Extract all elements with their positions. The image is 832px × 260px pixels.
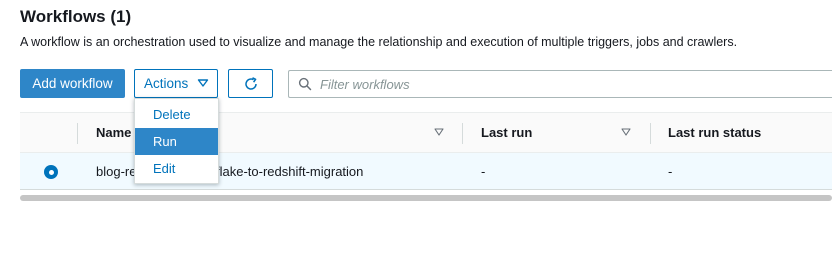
column-divider[interactable] [77, 123, 78, 144]
workflow-name-end[interactable]: flake-to-redshift-migration [216, 164, 363, 179]
sort-caret-icon[interactable] [434, 128, 444, 136]
column-header-last-run-status[interactable]: Last run status [668, 125, 761, 140]
actions-label: Actions [144, 76, 189, 91]
add-workflow-button[interactable]: Add workflow [20, 69, 125, 98]
actions-dropdown-button[interactable]: Actions [134, 69, 218, 98]
column-divider[interactable] [462, 123, 463, 144]
row-select-radio[interactable] [44, 165, 58, 179]
actions-dropdown-menu: Delete Run Edit [134, 98, 219, 184]
menu-item-delete[interactable]: Delete [135, 101, 218, 128]
last-run-value: - [481, 164, 486, 179]
menu-item-run[interactable]: Run [135, 128, 218, 155]
filter-workflows-input[interactable] [320, 75, 800, 94]
refresh-button[interactable] [228, 69, 273, 98]
caret-down-icon [197, 79, 209, 87]
horizontal-scrollbar[interactable] [20, 195, 832, 201]
column-header-name[interactable]: Name [96, 125, 131, 140]
column-header-last-run[interactable]: Last run [481, 125, 532, 140]
refresh-icon [244, 76, 257, 90]
search-icon [298, 77, 312, 91]
menu-item-edit[interactable]: Edit [135, 155, 218, 182]
workflow-name-start[interactable]: blog-re [96, 164, 136, 179]
filter-search-box[interactable] [288, 70, 832, 98]
page-description: A workflow is an orchestration used to v… [20, 35, 738, 49]
sort-caret-icon[interactable] [621, 128, 631, 136]
radio-dot [48, 169, 54, 175]
column-divider[interactable] [650, 123, 651, 144]
last-run-status-value: - [668, 164, 673, 179]
page-title: Workflows (1) [20, 7, 132, 26]
